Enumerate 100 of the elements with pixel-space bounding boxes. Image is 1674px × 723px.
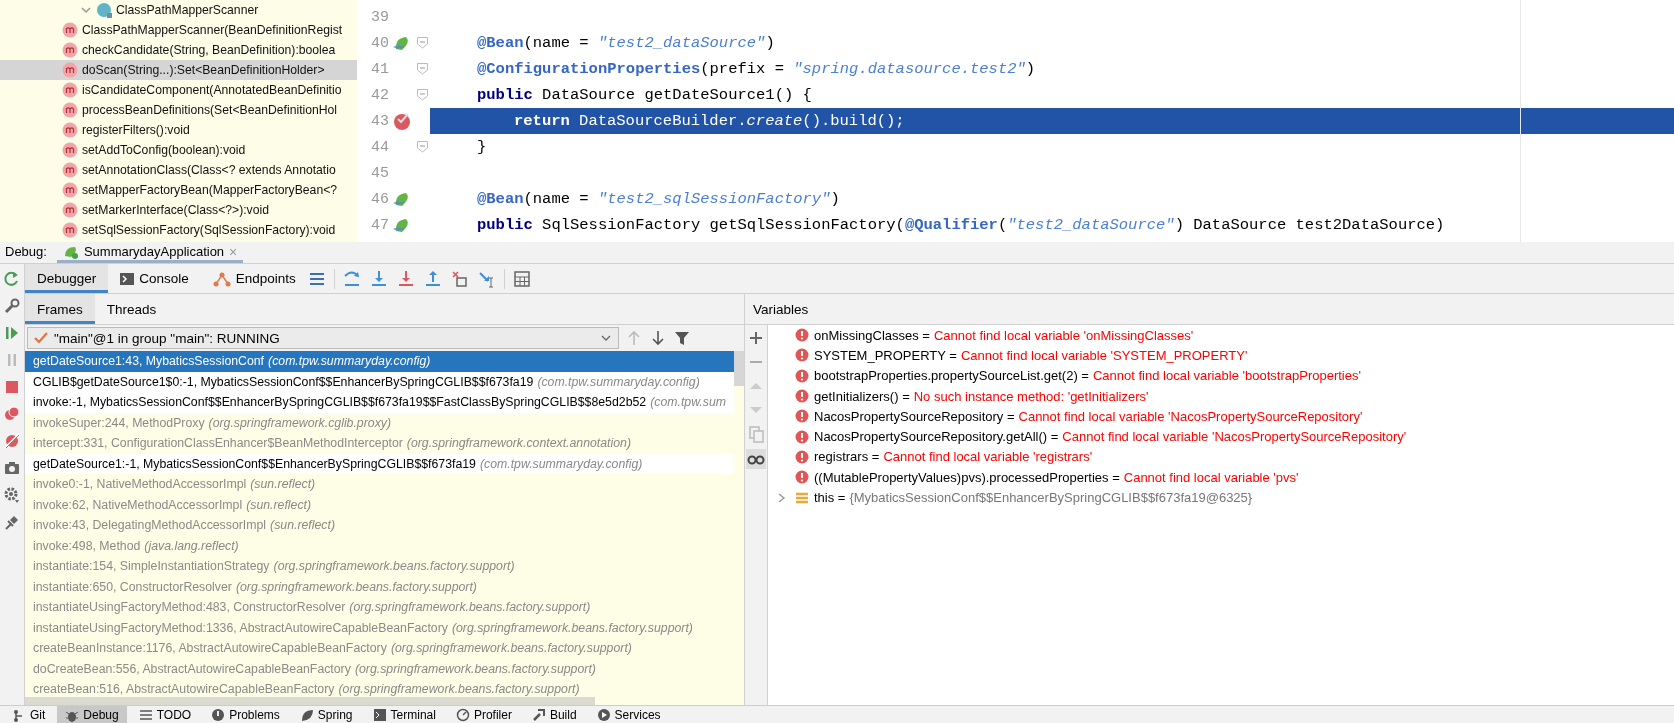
error-icon (795, 449, 809, 464)
evaluate-icon[interactable] (512, 269, 531, 288)
method-item[interactable]: checkCandidate(String, BeanDefinition):boolea (0, 40, 357, 60)
tab[interactable]: Debugger (25, 264, 109, 293)
method-item[interactable]: doScan(String...):Set<BeanDefinitionHolder> (0, 60, 357, 80)
pin-icon[interactable] (3, 513, 21, 531)
tool-window-button[interactable]: Build (523, 706, 585, 723)
line-number: 47 (370, 216, 389, 234)
method-icon (62, 122, 78, 138)
settings-icon[interactable] (3, 486, 21, 504)
arrow-down-icon[interactable] (649, 329, 667, 347)
thread-dropdown[interactable]: "main"@1 in group "main": RUNNING (27, 327, 619, 349)
fold-marker-icon[interactable] (417, 141, 428, 153)
method-item[interactable]: processBeanDefinitions(Set<BeanDefinitionHol (0, 100, 357, 120)
fold-marker-icon[interactable] (417, 89, 428, 101)
stack-frame[interactable]: CGLIB$getDateSource1$0:-1, MybaticsSessionConf$$EnhancerBySpringCGLIB$$f673fa19 (com.tpw.summaryday.config) (25, 371, 734, 392)
tool-window-button[interactable]: Services (588, 706, 669, 723)
class-icon (96, 2, 112, 18)
run-to-cursor-icon[interactable] (477, 269, 496, 288)
mute-breakpoints-icon[interactable] (3, 432, 21, 450)
method-item[interactable]: ClassPathMapperScanner(BeanDefinitionRegist (0, 20, 357, 40)
step-over-icon[interactable] (342, 269, 361, 288)
stack-frame[interactable]: getDateSource1:43, MybaticsSessionConf (com.tpw.summaryday.config) (25, 351, 734, 372)
code-line: public DataSource getDateSource1() { (476, 86, 812, 104)
code-line: return DataSourceBuilder.create().build(); (513, 112, 905, 130)
breakpoint-icon[interactable] (392, 111, 412, 131)
camera-icon[interactable] (3, 459, 21, 477)
method-icon (62, 42, 78, 58)
tool-window-button[interactable]: Problems (203, 706, 288, 723)
error-icon (795, 429, 809, 444)
endpoints-icon (212, 270, 231, 287)
method-item[interactable]: setMarkerInterface(Class<?>):void (0, 200, 357, 220)
rerun-icon[interactable] (3, 270, 21, 288)
variable-entry[interactable]: registrars = Cannot find local variable 'registrars' (814, 449, 1093, 465)
step-into-icon[interactable] (369, 269, 388, 288)
fold-marker-icon[interactable] (417, 63, 428, 75)
tool-window-button[interactable]: Debug (57, 706, 127, 723)
error-icon (795, 348, 809, 363)
copy-icon[interactable] (747, 425, 765, 443)
breakpoints-icon[interactable] (3, 405, 21, 423)
variable-entry[interactable]: ((MutablePropertyValues)pvs).processedProperties = Cannot find local variable 'pvs' (814, 469, 1299, 485)
variable-entry[interactable]: onMissingClasses = Cannot find local variable 'onMissingClasses' (814, 327, 1194, 343)
method-icon (62, 162, 78, 178)
class-name[interactable]: ClassPathMapperScanner (116, 3, 259, 17)
tab[interactable]: Console (108, 264, 201, 293)
variable-entry[interactable]: SYSTEM_PROPERTY = Cannot find local variable 'SYSTEM_PROPERTY' (814, 347, 1248, 363)
variable-entry[interactable]: NacosPropertySourceRepository.getAll() = Cannot find local variable 'NacosPropertySourceRepository' (814, 429, 1407, 445)
panel-title: Variables (753, 301, 809, 317)
tool-window-button[interactable]: Git (4, 706, 54, 723)
error-icon (795, 409, 809, 424)
line-number: 44 (370, 138, 389, 156)
method-item[interactable]: registerFilters():void (0, 120, 357, 140)
variable-entry[interactable]: this = {MybaticsSessionConf$$EnhancerBySpringCGLIB$$f673fa19@6325} (814, 490, 1253, 505)
method-icon (62, 222, 78, 238)
code-line: @Bean(name = "test2_sqlSessionFactory") (476, 190, 840, 208)
line-number: 46 (370, 190, 389, 208)
variable-entry[interactable]: bootstrapProperties.propertySourceList.get(2) = Cannot find local variable 'bootstrapProperties' (814, 368, 1361, 384)
step-out-icon[interactable] (423, 269, 442, 288)
tool-window-button[interactable]: Spring (291, 706, 361, 723)
error-icon (211, 707, 226, 722)
error-icon (795, 368, 809, 383)
line-number: 42 (370, 86, 389, 104)
tool-window-button[interactable]: Terminal (364, 706, 444, 723)
leaf-icon (299, 707, 314, 722)
play-icon (596, 707, 611, 722)
stack-frame[interactable]: invoke:-1, MybaticsSessionConf$$EnhancerBySpringCGLIB$$f673fa19$$FastClassBySpringCGLIB$$8e5d2b52 (com.tpw.sum (25, 392, 734, 413)
method-icon (62, 22, 78, 38)
method-icon (62, 82, 78, 98)
error-icon (795, 389, 809, 404)
variable-entry[interactable]: getInitializers() = No such instance method: 'getInitializers' (814, 388, 1149, 404)
method-icon (62, 102, 78, 118)
console-icon (120, 271, 135, 286)
code-line: @ConfigurationProperties(prefix = "spring.datasource.test2") (476, 60, 1036, 78)
stop-icon[interactable] (3, 378, 21, 396)
terminal-icon (372, 707, 387, 722)
method-icon (62, 202, 78, 218)
method-item[interactable]: isCandidateComponent(AnnotatedBeanDefinitio (0, 80, 357, 100)
method-item[interactable]: setAnnotationClass(Class<? extends Annotatio (0, 160, 357, 180)
scrollbar[interactable] (734, 351, 744, 386)
variable-entry[interactable]: NacosPropertySourceRepository = Cannot find local variable 'NacosPropertySourceRepository' (814, 408, 1363, 424)
method-item[interactable]: setSqlSessionFactory(SqlSessionFactory):void (0, 220, 357, 240)
tool-window-button[interactable]: Profiler (447, 706, 520, 723)
scrollbar[interactable] (25, 697, 595, 705)
wrench-icon[interactable] (3, 297, 21, 315)
line-number: 39 (370, 8, 389, 26)
filter-icon[interactable] (673, 329, 691, 347)
drop-frame-icon[interactable] (450, 269, 469, 288)
list-icon (138, 707, 153, 722)
tab[interactable]: Threads (94, 294, 169, 324)
force-step-into-icon[interactable] (396, 269, 415, 288)
method-item[interactable]: setAddToConfig(boolean):void (0, 140, 357, 160)
method-item[interactable]: setMapperFactoryBean(MapperFactoryBean<? (0, 180, 357, 200)
tool-window-button[interactable]: TODO (130, 706, 200, 723)
add-icon[interactable] (747, 329, 765, 347)
expand-caret-icon[interactable] (80, 4, 92, 16)
fold-marker-icon[interactable] (417, 37, 428, 49)
tab[interactable]: Frames (25, 294, 95, 324)
tab[interactable]: Endpoints (200, 264, 308, 293)
stack-frame[interactable]: getDateSource1:-1, MybaticsSessionConf$$EnhancerBySpringCGLIB$$f673fa19 (com.tpw.summaryday.config) (25, 453, 734, 474)
code-line: @Bean(name = "test2_dataSource") (476, 34, 775, 52)
